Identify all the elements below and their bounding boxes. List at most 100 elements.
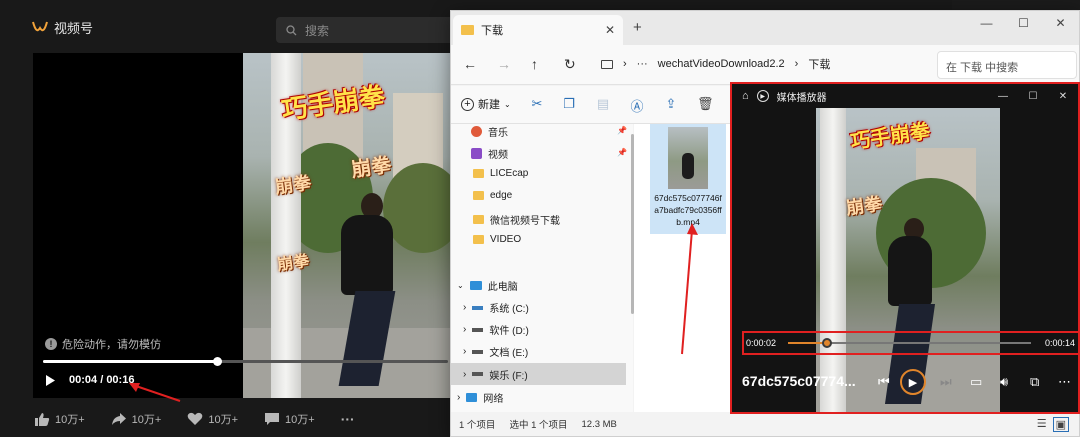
player-play-button[interactable]: ▶ <box>900 369 926 395</box>
folder-icon <box>473 169 484 178</box>
video-frame: 巧手崩拳 崩拳 崩拳 崩拳 <box>243 53 453 398</box>
play-button[interactable] <box>45 373 59 387</box>
new-label: 新建 <box>478 99 500 111</box>
sidebar-item-this-pc[interactable]: ⌄ 此电脑 <box>457 278 518 293</box>
breadcrumb[interactable]: › ··· wechatVideoDownload2.2 › 下载 <box>601 56 830 72</box>
window-controls: — ☐ ✕ <box>968 11 1079 35</box>
annotation-arrow <box>681 223 698 355</box>
tiles-view-icon[interactable]: ▣ <box>1052 417 1069 432</box>
more-options-button[interactable]: ··· <box>341 411 355 427</box>
drive-icon <box>472 349 484 354</box>
video-progress-bar[interactable] <box>43 357 448 366</box>
app-name: 视频号 <box>54 21 94 36</box>
player-logo-icon: ▶ <box>756 90 769 102</box>
overlay-word: 崩拳 <box>276 252 311 275</box>
chevron-right-icon: › <box>463 302 467 313</box>
heart-icon <box>188 412 203 425</box>
favorite-count: 10万+ <box>208 414 239 426</box>
refresh-icon[interactable]: ↻ <box>564 56 576 73</box>
close-tab-icon[interactable]: ✕ <box>605 23 615 37</box>
drive-icon <box>472 372 484 376</box>
new-tab-button[interactable]: + <box>633 19 642 36</box>
favorite-button[interactable]: 10万+ <box>187 411 238 427</box>
address-bar: ← → ↑ ↻ › ··· wechatVideoDownload2.2 › 下… <box>451 45 1079 85</box>
seek-bar[interactable] <box>788 338 1031 348</box>
copy-icon[interactable]: ❐ <box>561 96 577 112</box>
share-count: 10万+ <box>131 414 162 426</box>
volume-icon[interactable]: 🔊︎ <box>1000 374 1008 390</box>
maximize-button[interactable]: ☐ <box>1005 11 1042 35</box>
breadcrumb-item[interactable]: 下载 <box>808 56 830 72</box>
sidebar-item-label: VIDEO <box>490 234 522 245</box>
previous-icon[interactable]: ⏮ <box>878 374 890 390</box>
sidebar-item-wechat-download[interactable]: 微信视频号下载 <box>473 212 560 227</box>
sidebar-item-licecap[interactable]: LICEcap <box>473 168 528 179</box>
sidebar-item-drive-e[interactable]: › 文档 (E:) <box>463 344 528 359</box>
miniplayer-icon[interactable]: ⧉ <box>1030 374 1039 390</box>
more-options-icon[interactable]: ⋯ <box>1058 374 1071 390</box>
sidebar-item-music[interactable]: 音乐 <box>471 124 508 139</box>
paste-icon[interactable]: ▤ <box>595 96 611 112</box>
maximize-button[interactable]: ☐ <box>1018 84 1048 108</box>
search-field[interactable]: 在 下载 中搜索 <box>937 51 1077 79</box>
forward-icon[interactable]: → <box>497 56 511 72</box>
file-item[interactable]: 67dc575c077746fa7badfc79c0356ffb.mp4 <box>650 124 726 234</box>
pin-icon: 📌 <box>617 126 627 135</box>
play-icon <box>46 374 55 386</box>
new-button[interactable]: + 新建 ⌄ <box>461 96 511 112</box>
comment-count: 10万+ <box>285 414 315 426</box>
close-button[interactable]: ✕ <box>1042 11 1079 35</box>
overlay-word: 崩拳 <box>273 172 313 198</box>
video-icon <box>471 148 482 159</box>
share-icon[interactable]: ⇪ <box>663 96 679 112</box>
seek-bar-highlight: 0:00:02 0:00:14 <box>742 331 1078 355</box>
sidebar-item-network[interactable]: › 网络 <box>457 390 503 405</box>
pin-icon: 📌 <box>617 148 627 157</box>
cut-icon[interactable]: ✂ <box>529 96 545 112</box>
delete-icon[interactable]: 🗑 <box>697 96 714 112</box>
item-count: 1 个项目 <box>459 420 496 431</box>
title-bar: 下载 ✕ + — ☐ ✕ <box>451 11 1079 45</box>
overlay-word: 崩拳 <box>350 154 393 182</box>
sidebar-item-drive-d[interactable]: › 软件 (D:) <box>463 322 529 337</box>
minimize-button[interactable]: — <box>968 11 1005 35</box>
search-input[interactable]: 搜索 <box>276 17 456 43</box>
close-button[interactable]: ✕ <box>1048 84 1078 108</box>
home-icon[interactable]: ⌂ <box>742 90 749 102</box>
sidebar-item-video[interactable]: 视频 <box>471 146 508 161</box>
comment-button[interactable]: 10万+ <box>264 411 315 427</box>
tab-title: 下载 <box>481 25 503 37</box>
next-icon[interactable]: ⏭ <box>940 374 952 390</box>
sidebar-item-label: 视频 <box>488 150 508 161</box>
comment-icon <box>265 413 280 425</box>
sidebar-item-drive-f[interactable]: › 娱乐 (F:) <box>451 363 626 385</box>
pc-icon <box>601 59 613 69</box>
player-window-controls: — ☐ ✕ <box>988 84 1078 108</box>
minimize-button[interactable]: — <box>988 84 1018 108</box>
sidebar-item-edge[interactable]: edge <box>473 190 512 201</box>
sidebar-item-label: edge <box>490 190 513 201</box>
tab-downloads[interactable]: 下载 ✕ <box>453 15 623 45</box>
details-view-icon[interactable]: ☰ <box>1037 417 1047 432</box>
sidebar-item-label: 软件 (D:) <box>489 326 529 337</box>
seek-knob[interactable] <box>821 338 832 348</box>
search-icon <box>286 24 297 35</box>
action-bar: 10万+ 10万+ 10万+ 10万+ ··· <box>34 411 355 427</box>
rename-icon[interactable]: Ⓐ <box>629 96 645 114</box>
up-icon[interactable]: ↑ <box>531 56 538 72</box>
app-logo[interactable]: 视频号 <box>32 18 93 37</box>
selected-size: 12.3 MB <box>581 418 617 430</box>
like-count: 10万+ <box>55 414 85 426</box>
selected-count: 选中 1 个项目 <box>509 420 568 431</box>
share-button[interactable]: 10万+ <box>111 411 162 427</box>
current-time: 00:04 <box>69 374 98 386</box>
breadcrumb-more[interactable]: ··· <box>637 58 648 70</box>
sidebar-item-video-folder[interactable]: VIDEO <box>473 234 521 245</box>
caption-icon[interactable]: ▭ <box>970 374 982 390</box>
sidebar-item-drive-c[interactable]: › 系统 (C:) <box>463 300 529 315</box>
player-controls: 67dc575c07774... ⏮ ▶ ⏭ ▭ 🔊︎ ⧉ ⋯ <box>732 366 1078 412</box>
back-icon[interactable]: ← <box>463 56 477 72</box>
like-button[interactable]: 10万+ <box>34 411 85 427</box>
breadcrumb-item[interactable]: wechatVideoDownload2.2 <box>658 58 785 70</box>
warning-icon: ! <box>45 338 57 350</box>
